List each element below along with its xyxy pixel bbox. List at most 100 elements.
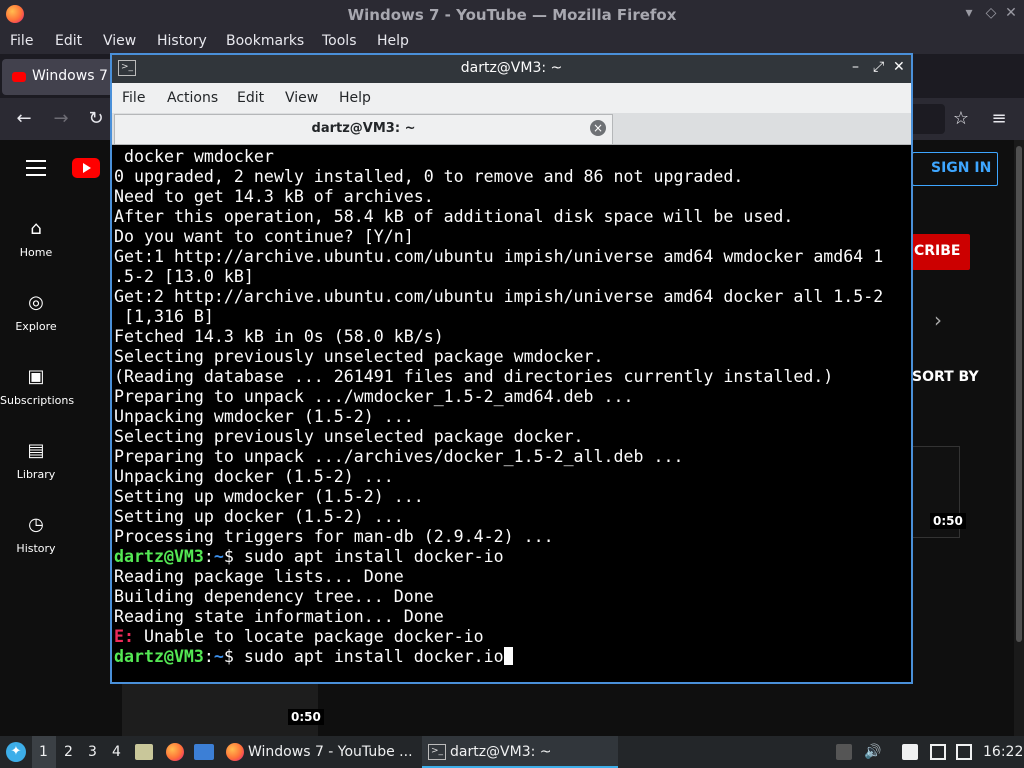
terminal-line: Get:2 http://archive.ubuntu.com/ubuntu i… [114, 287, 884, 306]
forward-arrow-icon[interactable]: → [50, 108, 72, 129]
prompt-user: dartz@VM3 [114, 647, 204, 666]
desktop-2[interactable]: 2 [64, 744, 73, 760]
sidebar-item-label: Subscriptions [0, 394, 75, 407]
file-manager-icon[interactable] [135, 744, 153, 760]
menu-tools[interactable]: Tools [322, 33, 357, 49]
firefox-menubar: File Edit View History Bookmarks Tools H… [0, 30, 1024, 54]
youtube-sidebar: ⌂ Home ◎ Explore ▣ Subscriptions ▤ Libra… [0, 140, 75, 736]
terminal-tab[interactable]: dartz@VM3: ~ × [114, 114, 613, 144]
maximize-icon[interactable]: ⤢ [873, 59, 884, 75]
terminal-line: [1,316 B] [114, 307, 214, 326]
clipboard-icon[interactable] [836, 744, 852, 760]
terminal-error-line: E: Unable to locate package docker-io [114, 627, 484, 647]
hamburger-menu-icon[interactable] [26, 160, 46, 181]
sidebar-item-history[interactable]: ◷ History [0, 514, 72, 555]
terminal-line: Preparing to unpack .../archives/docker_… [114, 447, 684, 466]
subscribe-button[interactable]: CRIBE [912, 234, 970, 270]
desktop-3[interactable]: 3 [88, 744, 97, 760]
terminal-line: Do you want to continue? [Y/n] [114, 227, 414, 246]
terminal-prompt-line: dartz@VM3:~$ sudo apt install docker.io [114, 647, 513, 667]
terminal-line: Setting up docker (1.5-2) ... [114, 507, 404, 526]
desktop-4[interactable]: 4 [112, 744, 121, 760]
terminal-window: >_ dartz@VM3: ~ – ⤢ ✕ File Actions Edit … [110, 53, 913, 684]
app-launcher-icon[interactable]: ✦ [6, 742, 26, 762]
terminal-line: 0 upgraded, 2 newly installed, 0 to remo… [114, 167, 744, 186]
menu-help[interactable]: Help [377, 33, 409, 49]
chevron-right-icon[interactable]: › [934, 308, 942, 332]
terminal-command-input[interactable]: sudo apt install docker.io [244, 647, 504, 666]
firefox-launcher-icon[interactable] [166, 743, 184, 761]
terminal-menu-view[interactable]: View [285, 90, 318, 106]
taskbar-task-firefox[interactable]: Windows 7 - YouTube ... [222, 736, 418, 768]
minimize-icon[interactable]: ▾ [958, 5, 980, 21]
network-icon[interactable] [956, 744, 972, 760]
library-icon: ▤ [27, 440, 45, 461]
compass-icon: ◎ [28, 292, 44, 313]
terminal-line: (Reading database ... 261491 files and d… [114, 367, 834, 386]
sign-in-button[interactable]: SIGN IN [912, 152, 998, 186]
menu-view[interactable]: View [103, 33, 136, 49]
notes-icon[interactable] [902, 744, 918, 760]
close-tab-icon[interactable]: × [590, 120, 606, 136]
menu-file[interactable]: File [10, 33, 33, 49]
sort-by-button[interactable]: SORT BY [912, 369, 979, 385]
terminal-menu-actions[interactable]: Actions [167, 90, 218, 106]
terminal-menu-help[interactable]: Help [339, 90, 371, 106]
terminal-line: Processing triggers for man-db (2.9.4-2)… [114, 527, 554, 546]
prompt-dollar: $ [223, 647, 244, 666]
terminal-line: Unpacking docker (1.5-2) ... [114, 467, 394, 486]
youtube-logo-icon[interactable] [72, 158, 100, 178]
show-desktop-icon[interactable] [194, 744, 214, 760]
sign-in-label: SIGN IN [931, 160, 992, 176]
terminal-line: Unpacking wmdocker (1.5-2) ... [114, 407, 414, 426]
sidebar-item-subscriptions[interactable]: ▣ Subscriptions [0, 366, 75, 407]
back-arrow-icon[interactable]: ← [13, 108, 35, 129]
close-icon[interactable]: ✕ [893, 59, 905, 75]
terminal-line: Get:1 http://archive.ubuntu.com/ubuntu i… [114, 247, 884, 266]
subscriptions-icon: ▣ [27, 366, 45, 387]
reload-icon[interactable]: ↻ [85, 108, 107, 129]
terminal-output[interactable]: docker wmdocker 0 upgraded, 2 newly inst… [112, 147, 911, 682]
terminal-prompt-line: dartz@VM3:~$ sudo apt install docker-io [114, 547, 504, 567]
sidebar-item-label: Home [19, 246, 53, 259]
terminal-line: docker wmdocker [114, 147, 274, 166]
sidebar-item-home[interactable]: ⌂ Home [0, 218, 72, 259]
terminal-line: Need to get 14.3 kB of archives. [114, 187, 434, 206]
video-thumbnail[interactable] [122, 680, 318, 736]
terminal-tabbar: dartz@VM3: ~ × [112, 113, 911, 145]
menu-bookmarks[interactable]: Bookmarks [226, 33, 304, 49]
subscribe-label: CRIBE [914, 243, 961, 259]
firefox-window-title: Windows 7 - YouTube — Mozilla Firefox [347, 6, 677, 24]
terminal-line: Preparing to unpack .../wmdocker_1.5-2_a… [114, 387, 634, 406]
terminal-tab-label: dartz@VM3: ~ [311, 121, 416, 136]
volume-icon[interactable]: 🔊 [864, 744, 881, 760]
taskbar-task-terminal[interactable]: >_ dartz@VM3: ~ [422, 736, 618, 768]
close-icon[interactable]: ✕ [1000, 5, 1022, 21]
sidebar-item-library[interactable]: ▤ Library [0, 440, 72, 481]
clock[interactable]: 16:22 [983, 744, 1023, 760]
minimize-icon[interactable]: – [852, 59, 859, 75]
terminal-line: Building dependency tree... Done [114, 587, 434, 606]
menu-history[interactable]: History [157, 33, 207, 49]
maximize-icon[interactable]: ◇ [980, 5, 1002, 21]
youtube-favicon-icon [12, 72, 26, 82]
menu-edit[interactable]: Edit [55, 33, 82, 49]
terminal-titlebar: >_ dartz@VM3: ~ – ⤢ ✕ [112, 55, 911, 83]
terminal-menu-edit[interactable]: Edit [237, 90, 264, 106]
prompt-path: ~ [213, 647, 224, 666]
prompt-colon: : [203, 647, 214, 666]
browser-tab[interactable]: Windows 7 [2, 59, 114, 95]
terminal-line: Reading state information... Done [114, 607, 444, 626]
display-icon[interactable] [930, 744, 946, 760]
sidebar-item-label: Library [16, 468, 56, 481]
terminal-command: sudo apt install docker-io [243, 547, 504, 566]
app-menu-icon[interactable]: ≡ [988, 108, 1010, 129]
sidebar-item-explore[interactable]: ◎ Explore [0, 292, 72, 333]
page-scrollbar[interactable] [1014, 140, 1024, 736]
terminal-menubar: File Actions Edit View Help [112, 83, 911, 113]
terminal-menu-file[interactable]: File [122, 90, 145, 106]
terminal-line: Fetched 14.3 kB in 0s (58.0 kB/s) [114, 327, 444, 346]
prompt-colon: : [203, 547, 214, 566]
desktop-1[interactable]: 1 [39, 744, 48, 760]
bookmark-star-icon[interactable]: ☆ [950, 108, 972, 129]
